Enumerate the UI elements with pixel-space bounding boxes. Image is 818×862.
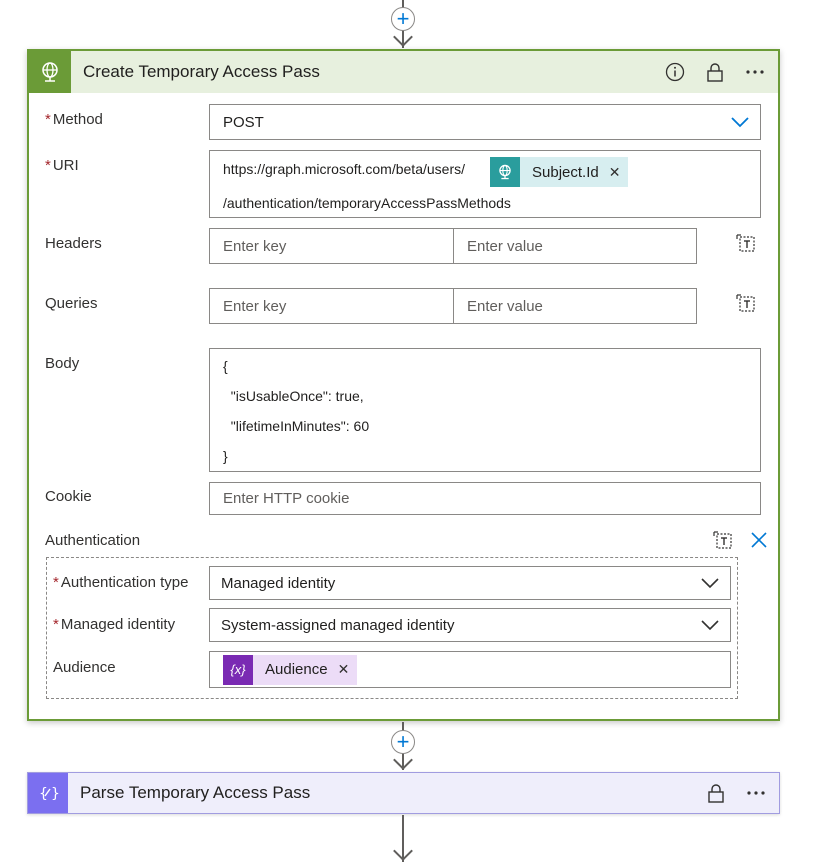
method-value: POST — [223, 113, 264, 131]
text-mode-icon[interactable] — [735, 292, 757, 314]
method-dropdown[interactable]: POST — [209, 104, 761, 140]
body-label: Body — [45, 355, 80, 372]
body-editor[interactable]: { "isUsableOnce": true, "lifetimeInMinut… — [209, 348, 761, 472]
chevron-down-icon — [701, 578, 719, 589]
info-icon[interactable] — [660, 57, 690, 87]
globe-network-icon — [490, 157, 520, 187]
auth-type-label: * Authentication type — [53, 574, 189, 591]
body-line: "isUsableOnce": true, — [223, 388, 364, 404]
managed-identity-dropdown[interactable]: System-assigned managed identity — [209, 608, 731, 642]
close-icon[interactable]: ✕ — [338, 661, 350, 678]
parse-json-icon: { } — [28, 773, 68, 813]
authentication-group: * Authentication type Managed identity * M… — [46, 557, 738, 699]
body-line: { — [223, 358, 228, 374]
uri-label: * URI — [45, 157, 79, 174]
headers-value-input[interactable]: Enter value — [453, 228, 697, 264]
subject-id-token-label: Subject.Id — [532, 163, 599, 181]
queries-key-input[interactable]: Enter key — [209, 288, 454, 324]
svg-text:}: } — [51, 786, 59, 802]
body-line: } — [223, 448, 228, 464]
subject-id-token[interactable]: Subject.Id ✕ — [490, 157, 629, 187]
variable-icon: {x} — [223, 654, 253, 685]
more-icon[interactable] — [740, 57, 770, 87]
text-mode-icon[interactable] — [712, 529, 734, 551]
headers-key-input[interactable]: Enter key — [209, 228, 454, 264]
card-header[interactable]: Create Temporary Access Pass — [29, 51, 778, 93]
uri-suffix: /authentication/temporaryAccessPassMetho… — [223, 195, 511, 211]
audience-token[interactable]: {x} Audience ✕ — [223, 654, 358, 685]
text-mode-icon[interactable] — [735, 232, 757, 254]
cookie-label: Cookie — [45, 488, 92, 505]
close-icon[interactable]: ✕ — [609, 164, 621, 181]
headers-label: Headers — [45, 235, 102, 252]
uri-input[interactable]: https://graph.microsoft.com/beta/users/ … — [209, 150, 761, 218]
lock-icon[interactable] — [700, 57, 730, 87]
body-line: "lifetimeInMinutes": 60 — [223, 418, 370, 434]
chevron-down-icon — [731, 117, 749, 128]
method-label: * Method — [45, 111, 103, 128]
managed-identity-label: * Managed identity — [53, 616, 176, 633]
cookie-input[interactable]: Enter HTTP cookie — [209, 482, 761, 515]
audience-label: Audience — [53, 659, 116, 676]
auth-type-dropdown[interactable]: Managed identity — [209, 566, 731, 600]
lock-icon[interactable] — [701, 778, 731, 808]
parse-action-card[interactable]: { } Parse Temporary Access Pass — [27, 772, 780, 814]
arrow-head — [393, 841, 413, 861]
audience-token-label: Audience — [265, 661, 328, 678]
more-icon[interactable] — [741, 778, 771, 808]
audience-input[interactable]: {x} Audience ✕ — [209, 651, 731, 688]
chevron-down-icon — [701, 620, 719, 631]
close-icon[interactable] — [748, 529, 770, 551]
queries-value-input[interactable]: Enter value — [453, 288, 697, 324]
authentication-label: Authentication — [45, 532, 141, 549]
queries-label: Queries — [45, 295, 98, 312]
http-action-card: Create Temporary Access Pass * Method POS… — [27, 49, 780, 721]
uri-prefix: https://graph.microsoft.com/beta/users/ — [223, 161, 465, 177]
next-action-title[interactable]: Parse Temporary Access Pass — [80, 783, 701, 803]
globe-network-icon — [29, 51, 71, 93]
action-title[interactable]: Create Temporary Access Pass — [83, 62, 660, 82]
